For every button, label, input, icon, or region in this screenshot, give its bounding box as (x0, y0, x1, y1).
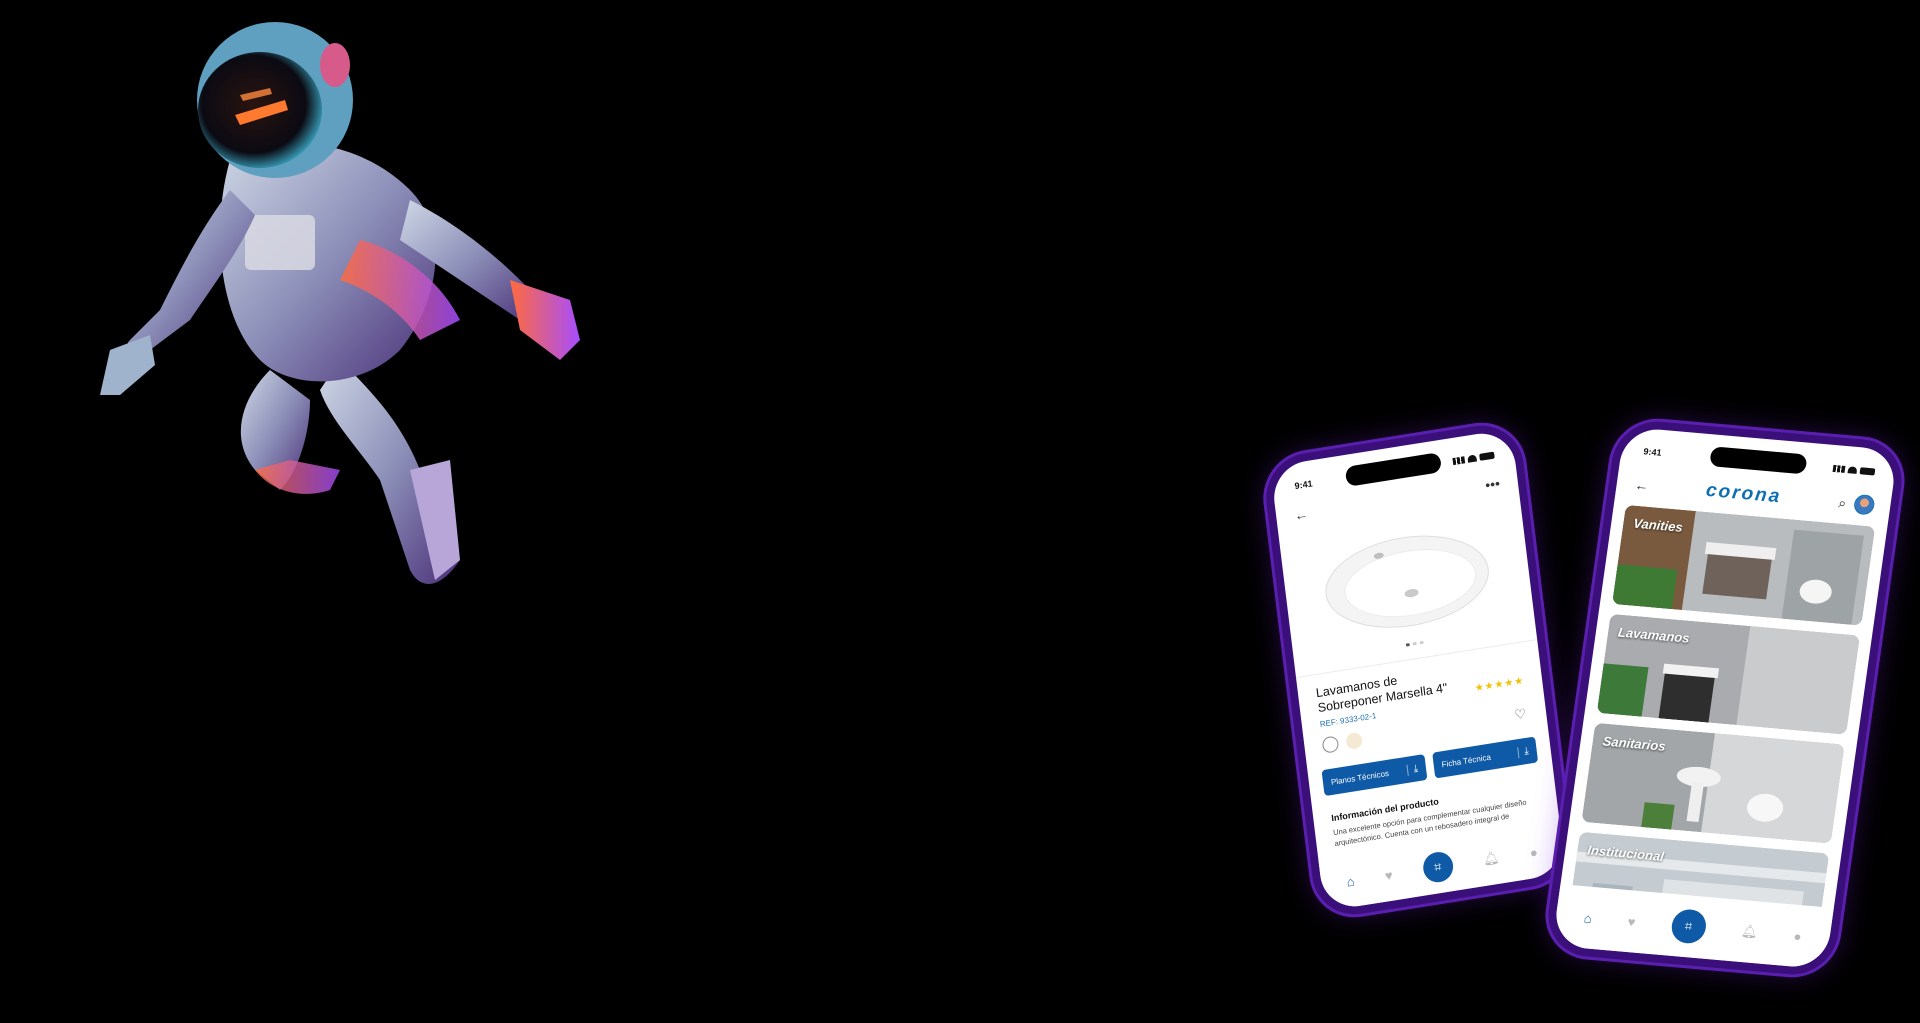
avatar[interactable] (1852, 493, 1876, 516)
phone-mockup-product: 9:41 ← ••• Lavamanos de Sobreponer Marse… (1261, 419, 1575, 921)
status-time: 9:41 (1294, 478, 1314, 492)
home-icon[interactable]: ⌂ (1346, 873, 1356, 889)
phone-screen: 9:41 ← ••• Lavamanos de Sobreponer Marse… (1270, 428, 1566, 912)
home-icon[interactable]: ⌂ (1583, 910, 1593, 926)
wifi-icon (1467, 453, 1477, 463)
hero-stage: 9:41 ← ••• Lavamanos de Sobreponer Marse… (0, 0, 1920, 1023)
category-list: Vanities Lavamanos Sanitarios Institucio… (1566, 504, 1876, 953)
arrow-left-icon[interactable]: ← (1634, 477, 1650, 494)
user-icon[interactable]: ● (1529, 844, 1539, 860)
rating-stars: ★★★★★ (1474, 675, 1525, 695)
category-card-vanities[interactable]: Vanities (1611, 504, 1876, 626)
download-icon: ⤓ (1406, 762, 1419, 776)
swatch-bone[interactable] (1345, 731, 1364, 751)
signal-icon (1832, 464, 1846, 473)
battery-icon (1859, 466, 1876, 476)
arrow-left-icon[interactable]: ← (1293, 505, 1309, 523)
brand-logo[interactable]: corona (1705, 480, 1783, 508)
phone-screen: 9:41 ← corona ⌕ Vanities Lavamanos Sanit… (1551, 426, 1899, 970)
wifi-icon (1847, 465, 1858, 474)
swatch-white[interactable] (1321, 735, 1340, 754)
signal-icon (1452, 455, 1466, 465)
category-card-sanitarios[interactable]: Sanitarios (1581, 722, 1845, 844)
color-swatches (1321, 731, 1364, 754)
scan-icon[interactable]: ⌗ (1421, 849, 1455, 885)
scan-icon[interactable]: ⌗ (1669, 908, 1708, 945)
download-icon: ⤓ (1516, 745, 1530, 758)
planos-tecnicos-button[interactable]: Planos Técnicos ⤓ (1321, 754, 1428, 797)
phone-mockup-categories: 9:41 ← corona ⌕ Vanities Lavamanos Sanit… (1542, 417, 1908, 979)
user-icon[interactable]: ● (1793, 928, 1803, 944)
battery-icon (1479, 451, 1495, 461)
heart-icon[interactable]: ♡ (1514, 706, 1527, 724)
more-horizontal-icon[interactable]: ••• (1484, 475, 1500, 493)
astronaut-illustration (100, 22, 580, 584)
category-card-lavamanos[interactable]: Lavamanos (1596, 613, 1860, 735)
heart-icon[interactable]: ♥ (1384, 867, 1393, 883)
heart-icon[interactable]: ♥ (1627, 914, 1637, 930)
status-time: 9:41 (1642, 446, 1663, 458)
bell-icon[interactable]: 🔔︎ (1740, 923, 1759, 940)
button-label: Planos Técnicos (1330, 768, 1390, 787)
button-label: Ficha Técnica (1441, 752, 1492, 769)
search-icon[interactable]: ⌕ (1837, 494, 1847, 512)
ficha-tecnica-button[interactable]: Ficha Técnica ⤓ (1432, 736, 1539, 779)
washbasin-image (1325, 535, 1489, 628)
bell-icon[interactable]: 🔔︎ (1482, 850, 1500, 868)
